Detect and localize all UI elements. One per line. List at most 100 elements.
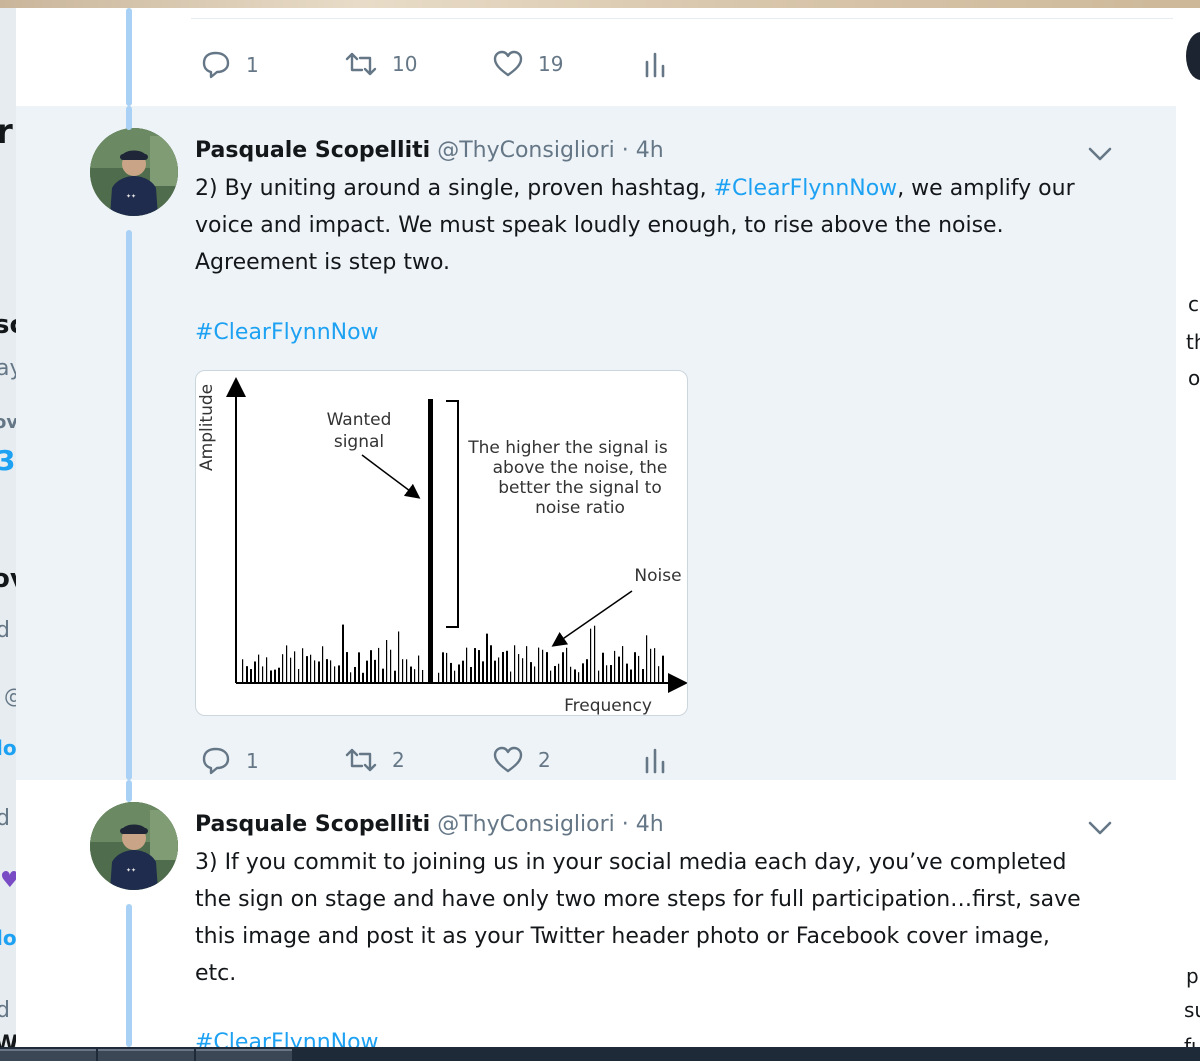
noise-bar — [610, 665, 612, 683]
noise-bar — [250, 669, 252, 683]
analytics-action[interactable] — [644, 52, 666, 78]
bg-fragment: fu — [1184, 1034, 1200, 1048]
chevron-down-icon[interactable] — [1088, 820, 1112, 836]
hashtag-link[interactable]: #ClearFlynnNow — [714, 176, 898, 201]
tweet-next: ✦✦ Pasquale Scopelliti @ThyConsigliori ·… — [16, 780, 1176, 1047]
retweet-count: 10 — [392, 52, 418, 76]
noise-bar — [386, 639, 388, 683]
noise-bar — [270, 670, 272, 683]
noise-bar — [318, 661, 320, 683]
noise-bars — [242, 624, 664, 683]
bg-fragment: o — [1188, 366, 1200, 390]
noise-bar — [562, 652, 564, 683]
bg-fragment: 3 — [0, 444, 16, 477]
tweet-timestamp[interactable]: 4h — [636, 138, 664, 163]
like-action[interactable]: 2 — [492, 746, 551, 774]
noise-bar — [286, 645, 288, 683]
tweet-text-line: voice and impact. We must speak loudly e… — [195, 213, 1004, 238]
tweet-timestamp[interactable]: 4h — [636, 812, 664, 837]
reply-count: 1 — [246, 749, 259, 773]
bg-fragment: ov — [0, 564, 16, 594]
bg-fragment: d — [0, 618, 10, 643]
x-axis-label: Frequency — [564, 696, 652, 716]
noise-bar — [654, 648, 656, 683]
noise-bar — [266, 657, 268, 683]
noise-bar — [538, 647, 540, 683]
noise-bar — [418, 655, 420, 683]
thread-line — [126, 230, 132, 780]
noise-bar — [638, 655, 640, 683]
analytics-action[interactable] — [644, 748, 666, 774]
taskbar-app-chrome[interactable] — [0, 1049, 96, 1061]
chevron-down-icon[interactable] — [1088, 146, 1112, 162]
noise-bar — [406, 659, 408, 683]
taskbar-app[interactable] — [196, 1049, 292, 1061]
noise-bar — [278, 667, 280, 683]
noise-bar — [502, 651, 504, 683]
reply-action[interactable]: 1 — [200, 50, 259, 80]
noise-bar — [514, 645, 516, 683]
noise-bar — [618, 656, 620, 683]
retweet-icon — [345, 748, 377, 772]
like-count: 2 — [538, 748, 551, 772]
taskbar-app[interactable] — [98, 1049, 194, 1061]
noise-bar — [450, 662, 452, 683]
time-separator: · — [621, 138, 629, 163]
noise-bar — [462, 660, 464, 683]
hashtag-link[interactable]: #ClearFlynnNow — [195, 320, 379, 345]
noise-bar — [626, 663, 628, 683]
reply-action[interactable]: 1 — [200, 746, 259, 776]
noise-bar — [354, 666, 356, 683]
noise-bar — [242, 659, 244, 683]
bg-fragment: W — [0, 1032, 16, 1048]
noise-bar — [522, 658, 524, 683]
retweet-count: 2 — [392, 748, 405, 772]
noise-bar — [530, 662, 532, 683]
noise-bar — [274, 669, 276, 683]
noise-bar — [590, 628, 592, 683]
thread-line — [126, 8, 132, 106]
retweet-action[interactable]: 2 — [344, 746, 405, 774]
author-handle[interactable]: @ThyConsigliori — [437, 812, 615, 837]
tweet-text-line: Agreement is step two. — [195, 250, 451, 275]
noise-bar — [574, 669, 576, 683]
author-handle[interactable]: @ThyConsigliori — [437, 138, 615, 163]
wanted-signal-label: Wanted — [327, 410, 392, 430]
tweet-text: 3) If you commit to joining us in your s… — [195, 844, 1095, 992]
noise-bar — [498, 657, 500, 683]
avatar[interactable]: ✦✦ — [90, 128, 178, 216]
avatar — [1186, 32, 1200, 80]
noise-bar — [630, 669, 632, 683]
heart-icon: ♥ — [0, 868, 16, 893]
retweet-action[interactable]: 10 — [344, 50, 417, 78]
tweet-text-line: 2) By uniting around a single, proven ha… — [195, 176, 1075, 201]
noise-bar — [558, 663, 560, 683]
author-name[interactable]: Pasquale Scopelliti — [195, 812, 430, 837]
avatar-photo: ✦✦ — [90, 128, 178, 216]
noise-bar — [438, 672, 440, 683]
noise-bar — [326, 659, 328, 683]
noise-bar — [486, 633, 488, 683]
bg-fragment: sc — [0, 310, 16, 340]
hashtag-link[interactable]: #ClearFlynnNow — [195, 1030, 379, 1047]
noise-bar — [314, 660, 316, 683]
noise-bar — [366, 660, 368, 683]
noise-bar — [550, 670, 552, 683]
author-name[interactable]: Pasquale Scopelliti — [195, 138, 430, 163]
noise-bar — [370, 650, 372, 683]
reply-icon — [202, 51, 230, 79]
avatar[interactable]: ✦✦ — [90, 802, 178, 890]
thread-line — [126, 904, 132, 1047]
noise-bar — [586, 659, 588, 683]
retweet-icon — [345, 52, 377, 76]
noise-bar — [306, 656, 308, 683]
svg-text:✦✦: ✦✦ — [126, 193, 136, 200]
bg-fragment: c — [1188, 292, 1199, 316]
tweet-media-image[interactable]: Amplitude Frequency Wanted signal The hi… — [195, 370, 688, 716]
like-action[interactable]: 19 — [492, 50, 563, 78]
noise-bar — [658, 666, 660, 683]
bg-fragment: th — [1186, 330, 1200, 354]
bg-fragment: @ — [4, 684, 16, 708]
noise-bar — [482, 661, 484, 683]
noise-bar — [358, 652, 360, 683]
